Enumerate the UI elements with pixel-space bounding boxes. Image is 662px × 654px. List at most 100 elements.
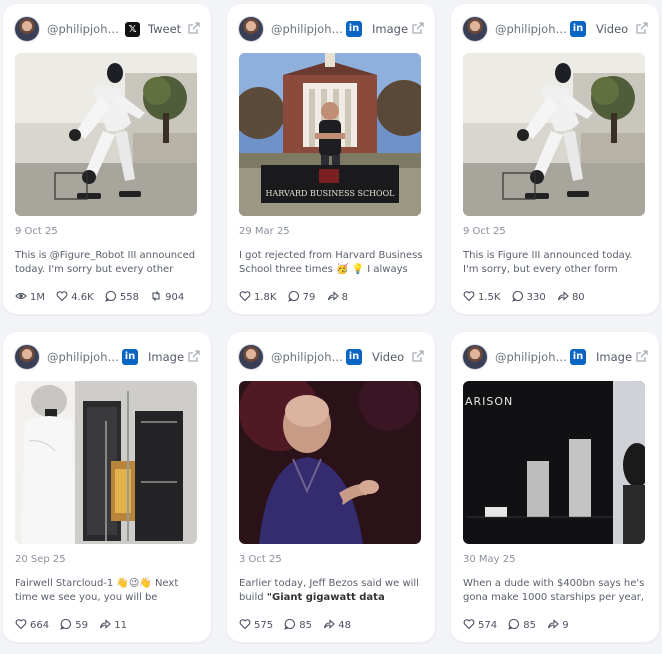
post-media-bezos-video[interactable] xyxy=(239,381,421,544)
post-type-label: Video xyxy=(372,350,405,364)
likes-count: 575 xyxy=(254,620,274,631)
likes-count: 574 xyxy=(478,620,498,631)
post-date: 3 Oct 25 xyxy=(239,554,282,565)
post-media-starcloud-image[interactable] xyxy=(15,381,197,544)
avatar[interactable] xyxy=(463,345,487,369)
likes-count: 1.5K xyxy=(478,292,501,303)
post-stats: 575 85 48 xyxy=(239,618,359,632)
linkedin-icon: in xyxy=(346,21,362,37)
avatar[interactable] xyxy=(239,345,263,369)
post-date: 30 May 25 xyxy=(463,554,516,565)
linkedin-icon: in xyxy=(570,349,586,365)
comment-icon xyxy=(511,290,523,302)
post-date: 9 Oct 25 xyxy=(463,226,506,237)
author-handle[interactable]: @philipjohnston xyxy=(271,22,349,36)
shares-stat: 80 xyxy=(557,290,585,303)
external-link-icon[interactable] xyxy=(411,349,425,363)
likes-stat: 4.6K xyxy=(56,290,94,303)
linkedin-icon: in xyxy=(122,349,138,365)
post-media-harvard-image[interactable]: HARVARD BUSINESS SCHOOL xyxy=(239,53,421,216)
post-card[interactable]: @philipjohnston in Image xyxy=(3,332,211,642)
comments-count: 85 xyxy=(299,620,313,631)
reposts-count: 904 xyxy=(165,292,185,303)
media-caption: ARISON xyxy=(465,395,513,408)
comment-icon xyxy=(287,290,299,302)
shares-count: 8 xyxy=(341,292,348,303)
heart-icon xyxy=(463,619,475,630)
author-handle[interactable]: @philipjohnston xyxy=(47,350,125,364)
post-header: @philipjohnston in Image xyxy=(239,17,425,43)
post-stats: 1.5K 330 80 xyxy=(463,290,593,304)
external-link-icon[interactable] xyxy=(187,21,201,35)
likes-count: 1.8K xyxy=(254,292,277,303)
comment-icon xyxy=(60,618,72,630)
shares-stat: 9 xyxy=(547,618,569,631)
shares-count: 80 xyxy=(571,292,585,303)
post-media-robot-image[interactable] xyxy=(15,53,197,216)
author-handle[interactable]: @philipjohnston xyxy=(271,350,349,364)
post-text: This is Figure III announced today. I'm … xyxy=(463,250,633,275)
likes-stat: 664 xyxy=(15,618,49,631)
avatar[interactable] xyxy=(463,17,487,41)
post-date: 20 Sep 25 xyxy=(15,554,66,565)
comments-stat: 330 xyxy=(511,290,546,303)
post-media-robot-video[interactable] xyxy=(463,53,645,216)
post-type-label: Image xyxy=(596,350,633,364)
external-link-icon[interactable] xyxy=(187,349,201,363)
post-media-comparison-image[interactable]: ARISON xyxy=(463,381,645,544)
likes-count: 4.6K xyxy=(71,292,94,303)
post-stats: 1M 4.6K 558 904 xyxy=(15,290,192,304)
post-card[interactable]: @philipjohnston in Image xyxy=(227,4,435,314)
likes-stat: 1.5K xyxy=(463,290,500,303)
post-date: 9 Oct 25 xyxy=(15,226,58,237)
avatar[interactable] xyxy=(15,345,39,369)
comments-count: 85 xyxy=(523,620,537,631)
post-card[interactable]: @philipjohnston 𝕏 Tweet xyxy=(3,4,211,314)
avatar[interactable] xyxy=(15,17,39,41)
eye-icon xyxy=(15,292,27,300)
shares-count: 11 xyxy=(114,620,127,631)
comments-stat: 59 xyxy=(60,618,88,631)
post-stats: 1.8K 79 8 xyxy=(239,290,356,304)
likes-count: 664 xyxy=(30,620,50,631)
post-text: When a dude with $400bn says he's gona m… xyxy=(463,578,645,603)
comments-count: 558 xyxy=(119,292,139,303)
post-header: @philipjohnston in Image xyxy=(15,345,201,371)
linkedin-icon: in xyxy=(570,21,586,37)
comments-stat: 85 xyxy=(508,618,536,631)
comment-icon xyxy=(508,618,520,630)
external-link-icon[interactable] xyxy=(411,21,425,35)
shares-stat: 48 xyxy=(323,618,351,631)
posts-grid: @philipjohnston 𝕏 Tweet xyxy=(0,0,662,654)
post-type-label: Video xyxy=(596,22,629,36)
post-card[interactable]: @philipjohnston in Image ARISON 30 May 2… xyxy=(451,332,659,642)
shares-stat: 11 xyxy=(99,618,127,631)
linkedin-icon: in xyxy=(346,349,362,365)
post-type-label: Image xyxy=(372,22,409,36)
post-stats: 664 59 11 xyxy=(15,618,135,632)
author-handle[interactable]: @philipjohnston xyxy=(495,350,573,364)
post-text: Earlier today, Jeff Bezos said we will b… xyxy=(239,577,423,605)
post-type-label: Tweet xyxy=(148,22,182,36)
external-link-icon[interactable] xyxy=(635,349,649,363)
heart-icon xyxy=(56,291,68,302)
external-link-icon[interactable] xyxy=(635,21,649,35)
share-icon xyxy=(327,291,339,301)
share-icon xyxy=(324,619,336,629)
likes-stat: 1.8K xyxy=(239,290,276,303)
heart-icon xyxy=(15,619,27,630)
post-date: 29 Mar 25 xyxy=(239,226,290,237)
post-card[interactable]: @philipjohnston in Video xyxy=(451,4,659,314)
media-caption: HARVARD BUSINESS SCHOOL xyxy=(266,189,396,198)
comments-stat: 85 xyxy=(284,618,312,631)
comments-stat: 79 xyxy=(287,290,315,303)
heart-icon xyxy=(239,619,251,630)
author-handle[interactable]: @philipjohnston xyxy=(495,22,573,36)
post-text: This is @Figure_Robot III announced toda… xyxy=(15,250,196,275)
post-header: @philipjohnston in Video xyxy=(463,17,649,43)
author-handle[interactable]: @philipjohnston xyxy=(47,22,125,36)
avatar[interactable] xyxy=(239,17,263,41)
post-card[interactable]: @philipjohnston in Video 3 Oct 25 Earlie… xyxy=(227,332,435,642)
comments-count: 330 xyxy=(526,292,546,303)
x-icon: 𝕏 xyxy=(125,22,140,37)
